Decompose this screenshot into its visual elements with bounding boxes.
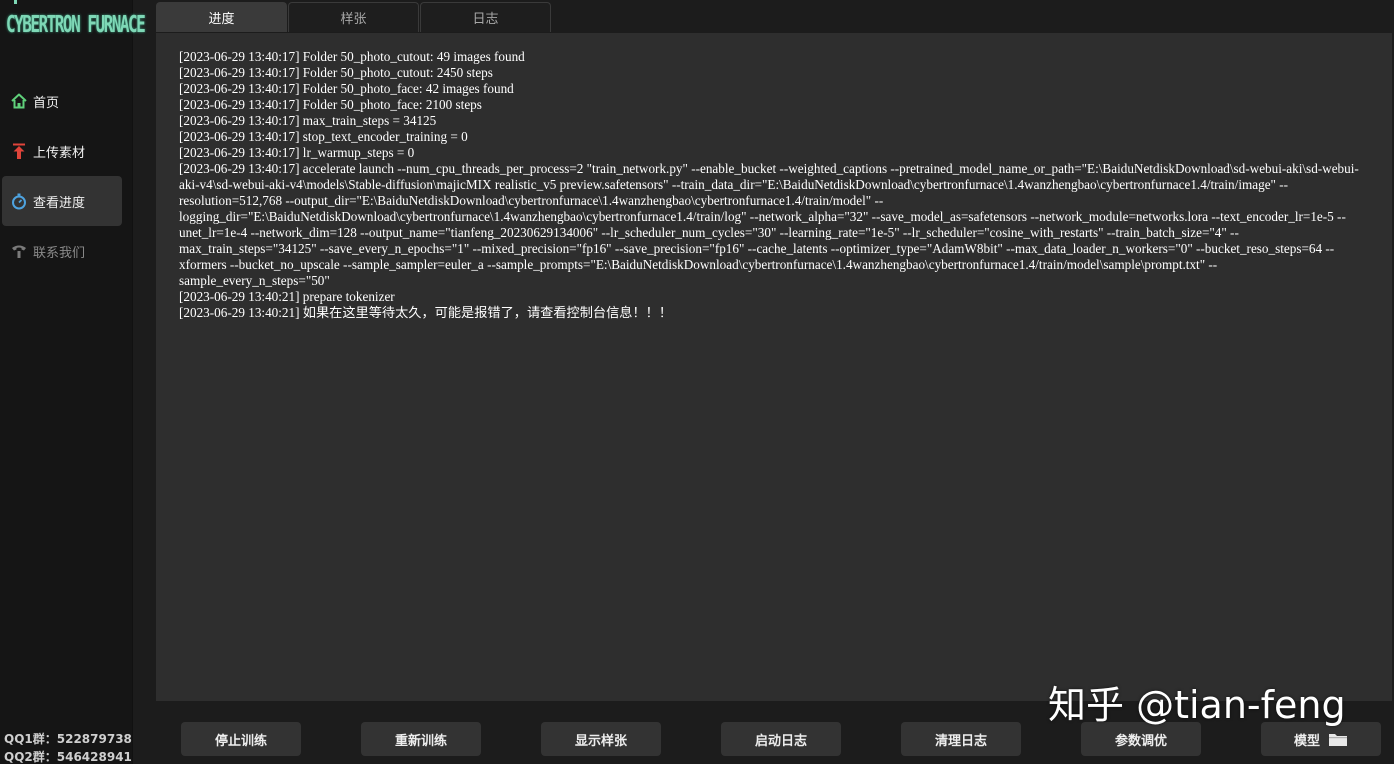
log-line: [2023-06-29 13:40:17] Folder 50_photo_fa… <box>179 81 514 96</box>
log-line: [2023-06-29 13:40:17] Folder 50_photo_cu… <box>179 49 525 64</box>
watermark: 知乎 @tian-feng <box>1048 683 1346 727</box>
log-line: [2023-06-29 13:40:21] 如果在这里等待太久，可能是报错了，请… <box>179 305 673 320</box>
log-line: [2023-06-29 13:40:21] prepare tokenizer <box>179 289 395 304</box>
restart-training-button[interactable]: 重新训练 <box>361 722 481 756</box>
sidebar: CYBERTRON FURNACE 首页 上传素材 查看进度 联系我们 QQ1群… <box>0 0 146 764</box>
upload-icon <box>10 142 28 160</box>
sidebar-item-upload[interactable]: 上传素材 <box>2 126 122 176</box>
qq-group-1: QQ1群：522879738 <box>4 732 132 746</box>
log-line: [2023-06-29 13:40:17] accelerate launch … <box>179 161 1359 288</box>
logo-mark-icon <box>14 0 17 4</box>
log-line: [2023-06-29 13:40:17] stop_text_encoder_… <box>179 129 468 144</box>
stop-training-button[interactable]: 停止训练 <box>181 722 301 756</box>
qq-group-2: QQ2群：546428941 <box>4 750 132 764</box>
show-samples-button[interactable]: 显示样张 <box>541 722 661 756</box>
tab-samples[interactable]: 样张 <box>288 2 419 32</box>
sidebar-item-label: 联系我们 <box>33 245 86 261</box>
sidebar-item-label: 上传素材 <box>33 145 86 161</box>
app-window: CYBERTRON FURNACE 首页 上传素材 查看进度 联系我们 QQ1群… <box>0 0 1394 764</box>
log-line: [2023-06-29 13:40:17] Folder 50_photo_fa… <box>179 97 482 112</box>
log-lines: [2023-06-29 13:40:17] Folder 50_photo_cu… <box>179 49 1364 321</box>
phone-icon <box>10 242 28 260</box>
home-icon <box>10 92 28 110</box>
open-log-button[interactable]: 启动日志 <box>721 722 841 756</box>
folder-icon <box>1328 732 1348 747</box>
tab-bar: 进度 样张 日志 <box>156 2 552 33</box>
tab-progress[interactable]: 进度 <box>156 2 287 32</box>
sidebar-item-label: 查看进度 <box>33 195 86 211</box>
sidebar-item-contact[interactable]: 联系我们 <box>2 226 122 276</box>
model-button-label: 模型 <box>1293 733 1320 749</box>
sidebar-item-label: 首页 <box>33 95 60 111</box>
app-logo: CYBERTRON FURNACE <box>6 10 146 38</box>
stopwatch-icon <box>10 192 28 210</box>
log-line: [2023-06-29 13:40:17] Folder 50_photo_cu… <box>179 65 493 80</box>
log-line: [2023-06-29 13:40:17] lr_warmup_steps = … <box>179 145 415 160</box>
log-line: [2023-06-29 13:40:17] max_train_steps = … <box>179 113 437 128</box>
log-output-panel[interactable]: [2023-06-29 13:40:17] Folder 50_photo_cu… <box>156 33 1392 701</box>
sidebar-item-home[interactable]: 首页 <box>2 76 122 126</box>
clear-log-button[interactable]: 清理日志 <box>901 722 1021 756</box>
tab-log[interactable]: 日志 <box>420 2 551 32</box>
sidebar-item-progress[interactable]: 查看进度 <box>2 176 122 226</box>
